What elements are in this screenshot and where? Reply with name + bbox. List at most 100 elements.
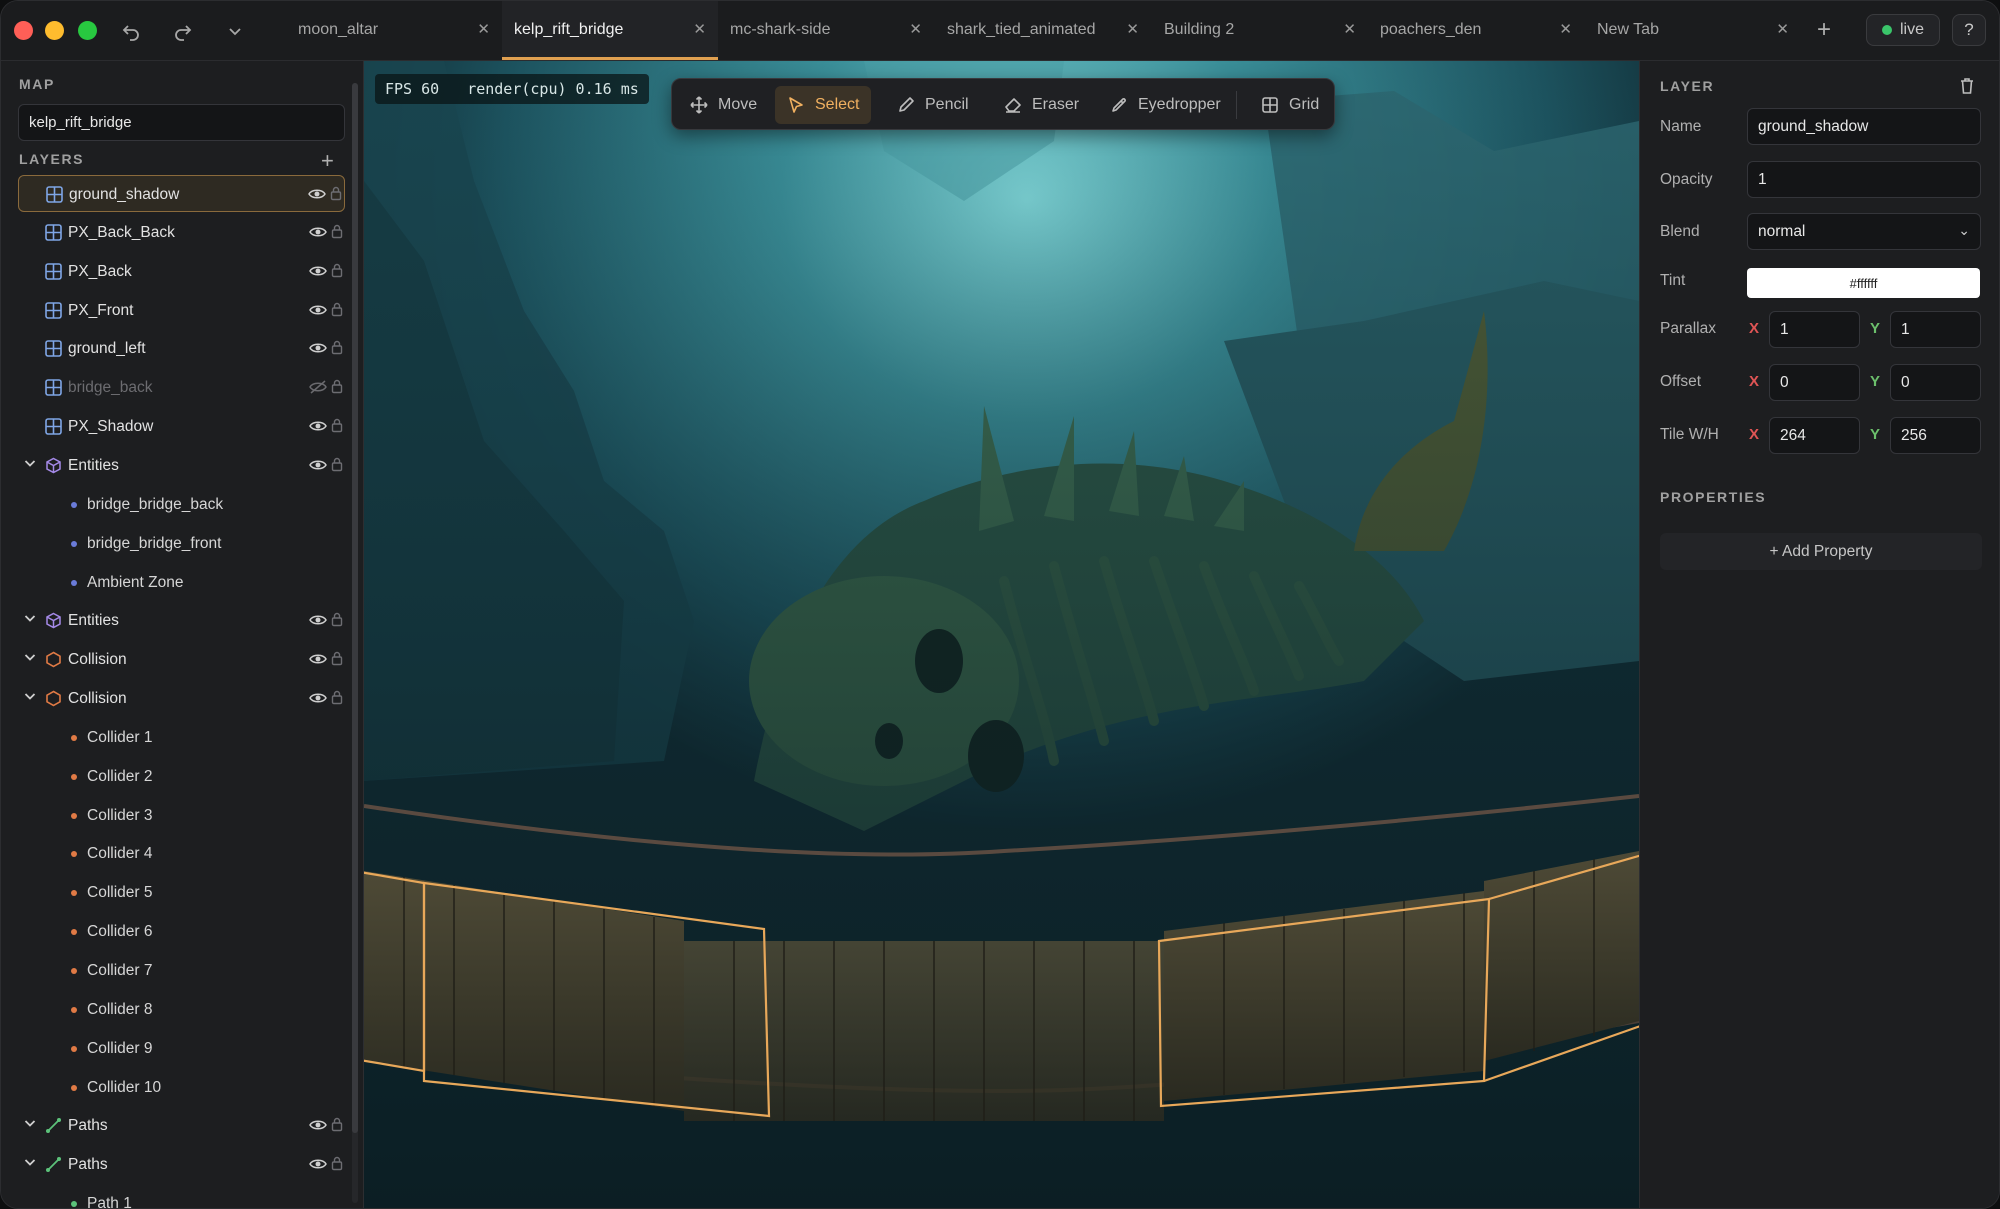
- layer-item-collider-9[interactable]: Collider 9: [18, 1030, 345, 1067]
- tile-width-input[interactable]: 264: [1769, 417, 1860, 454]
- close-icon[interactable]: ✕: [1559, 20, 1572, 38]
- offset-x-input[interactable]: 0: [1769, 364, 1860, 401]
- layer-item-collider-3[interactable]: Collider 3: [18, 797, 345, 834]
- tab-poachers-den[interactable]: poachers_den ✕: [1368, 1, 1584, 59]
- layer-row-px-front[interactable]: PX_Front: [18, 292, 345, 329]
- layer-row-px-back[interactable]: PX_Back: [18, 253, 345, 290]
- layer-row-px-back-back[interactable]: PX_Back_Back: [18, 214, 345, 251]
- chevron-down-icon[interactable]: [22, 456, 38, 473]
- tool-grid[interactable]: Grid: [1249, 86, 1331, 124]
- parallax-y-input[interactable]: 1: [1890, 311, 1981, 348]
- blend-select[interactable]: normal ⌄: [1747, 213, 1981, 250]
- history-dropdown-button[interactable]: [221, 17, 249, 45]
- lock-icon[interactable]: [331, 417, 343, 433]
- layer-row-paths[interactable]: Paths: [18, 1146, 345, 1183]
- eye-icon[interactable]: [309, 612, 327, 628]
- layer-item-collider-8[interactable]: Collider 8: [18, 991, 345, 1028]
- new-tab-button[interactable]: +: [1811, 16, 1837, 43]
- layer-item-collider-1[interactable]: Collider 1: [18, 719, 345, 756]
- parallax-x-input[interactable]: 1: [1769, 311, 1860, 348]
- redo-button[interactable]: [169, 17, 197, 45]
- eye-off-icon[interactable]: [309, 379, 327, 395]
- chevron-down-icon[interactable]: [22, 650, 38, 667]
- tint-color-swatch[interactable]: #ffffff: [1747, 268, 1980, 298]
- layer-row-ground-shadow[interactable]: ground_shadow: [18, 175, 345, 212]
- layer-row-bridge-back[interactable]: bridge_back: [18, 369, 345, 406]
- layer-item-collider-5[interactable]: Collider 5: [18, 874, 345, 911]
- close-icon[interactable]: ✕: [477, 20, 490, 38]
- eye-icon[interactable]: [309, 340, 327, 356]
- close-window-button[interactable]: [14, 21, 33, 40]
- layer-item-collider-2[interactable]: Collider 2: [18, 758, 345, 795]
- map-canvas[interactable]: FPS 60 render(cpu) 0.16 ms Move Select P…: [364, 61, 1639, 1208]
- close-icon[interactable]: ✕: [1343, 20, 1356, 38]
- layer-row-entities[interactable]: Entities: [18, 447, 345, 484]
- tool-eyedropper[interactable]: Eyedropper: [1098, 86, 1233, 124]
- layer-row-collision[interactable]: Collision: [18, 680, 345, 717]
- lock-icon[interactable]: [331, 689, 343, 705]
- eye-icon[interactable]: [309, 224, 327, 240]
- lock-icon[interactable]: [331, 456, 343, 472]
- eye-icon[interactable]: [309, 1156, 327, 1172]
- chevron-down-icon[interactable]: [22, 689, 38, 706]
- eye-icon[interactable]: [309, 302, 327, 318]
- close-icon[interactable]: ✕: [1776, 20, 1789, 38]
- undo-button[interactable]: [117, 17, 145, 45]
- layer-row-collision[interactable]: Collision: [18, 641, 345, 678]
- layer-item-collider-10[interactable]: Collider 10: [18, 1069, 345, 1106]
- lock-icon[interactable]: [331, 339, 343, 355]
- tile-height-input[interactable]: 256: [1890, 417, 1981, 454]
- close-icon[interactable]: ✕: [909, 20, 922, 38]
- tool-move[interactable]: Move: [678, 86, 769, 124]
- layer-row-entities[interactable]: Entities: [18, 602, 345, 639]
- opacity-input[interactable]: 1: [1747, 161, 1981, 198]
- zoom-window-button[interactable]: [78, 21, 97, 40]
- add-property-button[interactable]: + Add Property: [1660, 533, 1982, 570]
- lock-icon[interactable]: [331, 611, 343, 627]
- layer-item-ambient-zone[interactable]: Ambient Zone: [18, 564, 345, 601]
- eye-icon[interactable]: [309, 457, 327, 473]
- tab-shark-tied-animated[interactable]: shark_tied_animated ✕: [935, 1, 1151, 59]
- eye-icon[interactable]: [309, 1117, 327, 1133]
- layer-name-input[interactable]: ground_shadow: [1747, 108, 1981, 145]
- tool-pencil[interactable]: Pencil: [885, 86, 981, 124]
- lock-icon[interactable]: [331, 1155, 343, 1171]
- sidebar-scrollbar-thumb[interactable]: [352, 83, 358, 1133]
- tab-kelp-rift-bridge[interactable]: kelp_rift_bridge ✕: [502, 1, 718, 60]
- delete-layer-button[interactable]: [1959, 77, 1975, 95]
- help-button[interactable]: ?: [1952, 14, 1986, 46]
- tab-moon-altar[interactable]: moon_altar ✕: [286, 1, 502, 59]
- tab-mc-shark-side[interactable]: mc-shark-side ✕: [718, 1, 934, 59]
- layer-item-bridge-bridge-front[interactable]: bridge_bridge_front: [18, 525, 345, 562]
- layer-row-paths[interactable]: Paths: [18, 1107, 345, 1144]
- minimize-window-button[interactable]: [45, 21, 64, 40]
- eye-icon[interactable]: [309, 690, 327, 706]
- add-layer-button[interactable]: +: [321, 148, 334, 174]
- lock-icon[interactable]: [331, 1116, 343, 1132]
- eye-icon[interactable]: [309, 418, 327, 434]
- tab-new-tab[interactable]: New Tab ✕: [1585, 1, 1801, 59]
- eye-icon[interactable]: [309, 651, 327, 667]
- tab-building-2[interactable]: Building 2 ✕: [1152, 1, 1368, 59]
- layer-item-collider-6[interactable]: Collider 6: [18, 913, 345, 950]
- close-icon[interactable]: ✕: [693, 20, 706, 38]
- lock-icon[interactable]: [331, 301, 343, 317]
- lock-icon[interactable]: [331, 262, 343, 278]
- chevron-down-icon[interactable]: [22, 611, 38, 628]
- layer-row-px-shadow[interactable]: PX_Shadow: [18, 408, 345, 445]
- close-icon[interactable]: ✕: [1126, 20, 1139, 38]
- lock-icon[interactable]: [331, 650, 343, 666]
- lock-icon[interactable]: [330, 185, 342, 201]
- layer-item-bridge-bridge-back[interactable]: bridge_bridge_back: [18, 486, 345, 523]
- chevron-down-icon[interactable]: [22, 1116, 38, 1133]
- lock-icon[interactable]: [331, 223, 343, 239]
- tool-eraser[interactable]: Eraser: [992, 86, 1091, 124]
- layer-item-collider-7[interactable]: Collider 7: [18, 952, 345, 989]
- offset-y-input[interactable]: 0: [1890, 364, 1981, 401]
- layer-row-ground-left[interactable]: ground_left: [18, 330, 345, 367]
- chevron-down-icon[interactable]: [22, 1155, 38, 1172]
- eye-icon[interactable]: [309, 263, 327, 279]
- live-button[interactable]: live: [1866, 14, 1940, 46]
- map-name-input[interactable]: kelp_rift_bridge: [18, 104, 345, 141]
- lock-icon[interactable]: [331, 378, 343, 394]
